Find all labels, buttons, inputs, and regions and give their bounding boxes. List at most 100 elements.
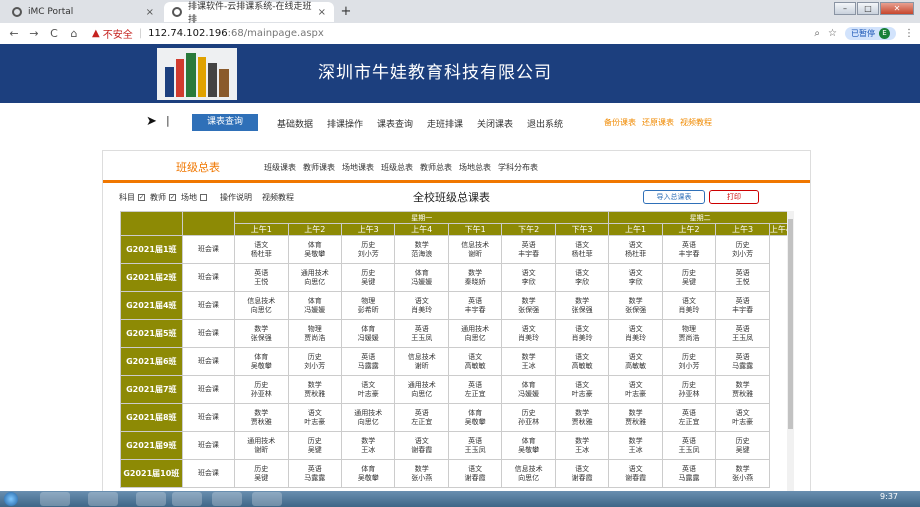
schedule-cell[interactable]: 班会课 bbox=[181, 263, 236, 292]
taskbar-explorer[interactable] bbox=[88, 492, 118, 506]
schedule-cell[interactable]: 历史 吴键 bbox=[287, 431, 343, 460]
taskbar-ie[interactable] bbox=[40, 492, 70, 506]
schedule-cell[interactable]: 语文 谢春霞 bbox=[554, 459, 610, 488]
schedule-cell[interactable]: 语文 叶志豪 bbox=[554, 375, 610, 404]
import-button[interactable]: 导入总课表 bbox=[643, 190, 705, 204]
schedule-cell[interactable]: 数学 贾秋雅 bbox=[715, 375, 770, 404]
schedule-cell[interactable]: 语文 杨杜菲 bbox=[234, 235, 289, 264]
schedule-cell[interactable]: 语文 高敏敏 bbox=[554, 347, 610, 376]
link-instructions[interactable]: 操作说明 bbox=[220, 192, 252, 203]
schedule-cell[interactable]: 英语 左正宜 bbox=[394, 403, 449, 432]
link-video-tutorial[interactable]: 视频教程 bbox=[262, 192, 294, 203]
tab-scheduling[interactable]: 排课软件-云排课系统-在线走班排 × bbox=[164, 2, 334, 25]
schedule-cell[interactable]: 历史 刘小芳 bbox=[715, 235, 770, 264]
subtab-class-timetable[interactable]: 班级课表 bbox=[264, 162, 296, 173]
menu-item-walking-class[interactable]: 走班排课 bbox=[427, 117, 463, 130]
schedule-cell[interactable]: 英语 王玉凤 bbox=[394, 319, 449, 348]
schedule-cell[interactable]: 英语 王玉凤 bbox=[447, 431, 503, 460]
schedule-cell[interactable]: 物理 贾尚浩 bbox=[661, 319, 717, 348]
schedule-cell[interactable]: 体育 冯媛媛 bbox=[340, 319, 396, 348]
schedule-cell[interactable]: 语文 肖美玲 bbox=[554, 319, 610, 348]
schedule-cell[interactable]: 数学 张保强 bbox=[234, 319, 289, 348]
schedule-cell[interactable]: 语文 李欣 bbox=[501, 263, 556, 292]
schedule-cell[interactable]: 历史 吴键 bbox=[661, 263, 717, 292]
schedule-cell[interactable]: 班会课 bbox=[181, 403, 236, 432]
menu-item-exit[interactable]: 退出系统 bbox=[527, 117, 563, 130]
schedule-cell[interactable]: 英语 丰宇春 bbox=[715, 291, 770, 320]
schedule-cell[interactable]: 物理 贾尚浩 bbox=[287, 319, 343, 348]
schedule-cell[interactable]: 班会课 bbox=[181, 375, 236, 404]
schedule-cell[interactable]: 英语 王悦 bbox=[234, 263, 289, 292]
schedule-cell[interactable]: 班会课 bbox=[181, 347, 236, 376]
schedule-cell[interactable]: 体育 吴敬攀 bbox=[340, 459, 396, 488]
subtab-teacher-timetable[interactable]: 教师课表 bbox=[303, 162, 335, 173]
close-tab-icon[interactable]: × bbox=[318, 7, 326, 18]
schedule-cell[interactable]: 语文 谢春霞 bbox=[447, 459, 503, 488]
schedule-cell[interactable]: 语文 肖美玲 bbox=[501, 319, 556, 348]
schedule-cell[interactable]: 数学 王冰 bbox=[340, 431, 396, 460]
schedule-cell[interactable]: 体育 吴敬攀 bbox=[501, 431, 556, 460]
schedule-cell[interactable]: 语文 谢春霞 bbox=[608, 459, 663, 488]
schedule-cell[interactable]: 通用技术 谢昕 bbox=[234, 431, 289, 460]
schedule-cell[interactable]: 信息技术 向思亿 bbox=[234, 291, 289, 320]
schedule-cell[interactable]: 数学 秦晓娇 bbox=[447, 263, 503, 292]
schedule-cell[interactable]: 语文 肖美玲 bbox=[661, 291, 717, 320]
maximize-button[interactable]: □ bbox=[857, 2, 879, 15]
menu-item-backup[interactable]: 备份课表 bbox=[604, 117, 636, 128]
schedule-cell[interactable]: 语文 叶志豪 bbox=[608, 375, 663, 404]
schedule-cell[interactable]: 历史 孙亚林 bbox=[234, 375, 289, 404]
schedule-cell[interactable]: 英语 马露露 bbox=[661, 459, 717, 488]
menu-item-video[interactable]: 视频教程 bbox=[680, 117, 712, 128]
menu-item-timetable-query[interactable]: 课表查询 bbox=[377, 117, 413, 130]
taskbar-chrome[interactable] bbox=[136, 492, 166, 506]
schedule-cell[interactable]: 英语 王悦 bbox=[715, 263, 770, 292]
start-button[interactable] bbox=[4, 492, 18, 506]
subtab-class-summary[interactable]: 班级总表 bbox=[381, 162, 413, 173]
schedule-cell[interactable]: 体育 冯媛媛 bbox=[287, 291, 343, 320]
schedule-cell[interactable]: 数学 范海浪 bbox=[394, 235, 449, 264]
schedule-cell[interactable]: 语文 叶志豪 bbox=[340, 375, 396, 404]
vertical-scrollbar[interactable] bbox=[787, 211, 794, 507]
forward-icon[interactable]: → bbox=[26, 27, 42, 40]
schedule-cell[interactable]: 语文 叶志豪 bbox=[287, 403, 343, 432]
schedule-cell[interactable]: 数学 王冰 bbox=[554, 431, 610, 460]
schedule-cell[interactable]: 体育 吴敬攀 bbox=[287, 235, 343, 264]
minimize-button[interactable]: – bbox=[834, 2, 856, 15]
filter-subject-checkbox[interactable]: ✓ bbox=[138, 194, 145, 201]
security-label[interactable]: 不安全 bbox=[103, 26, 133, 41]
schedule-cell[interactable]: 信息技术 谢昕 bbox=[394, 347, 449, 376]
schedule-cell[interactable]: 班会课 bbox=[181, 431, 236, 460]
menu-item-schedule-ops[interactable]: 排课操作 bbox=[327, 117, 363, 130]
schedule-cell[interactable]: 班会课 bbox=[181, 459, 236, 488]
schedule-cell[interactable]: 英语 王玉凤 bbox=[661, 431, 717, 460]
subtab-venue-summary[interactable]: 场地总表 bbox=[459, 162, 491, 173]
star-icon[interactable]: ☆ bbox=[828, 28, 837, 39]
subtab-subject-distribution[interactable]: 学科分布表 bbox=[498, 162, 538, 173]
schedule-cell[interactable]: 数学 王冰 bbox=[608, 431, 663, 460]
schedule-cell[interactable]: 历史 吴键 bbox=[715, 431, 770, 460]
home-icon[interactable]: ⌂ bbox=[66, 27, 82, 40]
schedule-cell[interactable]: 语文 高敏敏 bbox=[447, 347, 503, 376]
schedule-cell[interactable]: 通用技术 向思亿 bbox=[340, 403, 396, 432]
schedule-cell[interactable]: 英语 丰宇春 bbox=[501, 235, 556, 264]
schedule-cell[interactable]: 语文 李欣 bbox=[608, 263, 663, 292]
menu-item-close-timetable[interactable]: 关闭课表 bbox=[477, 117, 513, 130]
schedule-cell[interactable]: 班会课 bbox=[181, 319, 236, 348]
schedule-cell[interactable]: 物理 彭希昕 bbox=[340, 291, 396, 320]
schedule-cell[interactable]: 历史 刘小芳 bbox=[661, 347, 717, 376]
schedule-cell[interactable]: 语文 杨杜菲 bbox=[554, 235, 610, 264]
back-icon[interactable]: ← bbox=[6, 27, 22, 40]
schedule-cell[interactable]: 英语 丰宇春 bbox=[447, 291, 503, 320]
schedule-cell[interactable]: 通用技术 向思亿 bbox=[287, 263, 343, 292]
schedule-cell[interactable]: 语文 高敏敏 bbox=[608, 347, 663, 376]
schedule-cell[interactable]: 数学 张保强 bbox=[501, 291, 556, 320]
schedule-cell[interactable]: 信息技术 向思亿 bbox=[501, 459, 556, 488]
zoom-icon[interactable]: ⌕ bbox=[814, 28, 820, 39]
reload-icon[interactable]: C bbox=[46, 27, 62, 40]
schedule-cell[interactable]: 英语 左正宜 bbox=[661, 403, 717, 432]
schedule-cell[interactable]: 历史 刘小芳 bbox=[340, 235, 396, 264]
schedule-cell[interactable]: 英语 左正宜 bbox=[447, 375, 503, 404]
schedule-cell[interactable]: 语文 杨杜菲 bbox=[608, 235, 663, 264]
schedule-cell[interactable]: 班会课 bbox=[181, 291, 236, 320]
schedule-cell[interactable]: 通用技术 向思亿 bbox=[447, 319, 503, 348]
